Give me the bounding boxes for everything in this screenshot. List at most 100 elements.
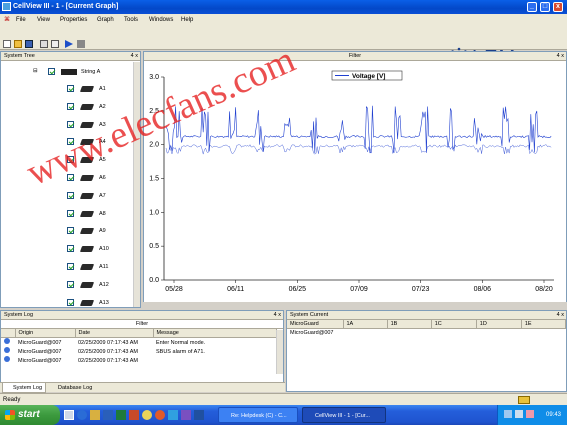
open-icon[interactable] — [14, 40, 22, 48]
menu-help[interactable]: Help — [181, 14, 193, 26]
tree-item[interactable]: A13 — [1, 297, 141, 309]
tab-system-log[interactable]: System Log — [2, 383, 46, 393]
menu-graph[interactable]: Graph — [97, 14, 114, 26]
messenger-icon[interactable] — [142, 410, 152, 420]
y-tick-label: 0.5 — [149, 243, 159, 250]
tree-item[interactable]: A4 — [1, 136, 141, 148]
checkbox-icon[interactable] — [67, 263, 74, 270]
tree-item[interactable]: A12 — [1, 279, 141, 291]
desktop-icon[interactable] — [64, 410, 74, 420]
table-row[interactable]: MicroGuard@007 — [287, 329, 566, 338]
firefox-icon[interactable] — [155, 410, 165, 420]
menu-view[interactable]: View — [37, 14, 50, 26]
start-button[interactable]: start — [0, 405, 60, 425]
stop-icon[interactable] — [77, 40, 85, 48]
graph-panel: Filter 4 x 0.0 0.5 1.0 1.5 2.0 2.5 3.0 05/28 06/… — [143, 51, 567, 302]
tree-item[interactable]: A6 — [1, 172, 141, 184]
pin-close-icon[interactable]: 4 x — [557, 311, 564, 320]
checkbox-icon[interactable] — [67, 227, 74, 235]
print-icon[interactable] — [40, 40, 48, 48]
log-col-origin[interactable]: Origin — [15, 329, 76, 338]
system-current-panel: System Current 4 x MicroGuard 1A 1B 1C 1… — [286, 310, 567, 392]
checkbox-icon[interactable] — [67, 191, 74, 199]
current-col-1a[interactable]: 1A — [343, 320, 388, 329]
checkbox-icon[interactable] — [48, 68, 55, 75]
checkbox-icon[interactable] — [67, 280, 74, 288]
play-icon[interactable] — [65, 40, 73, 48]
checkbox-icon[interactable] — [67, 298, 74, 306]
tray-icon[interactable] — [504, 410, 512, 418]
table-row[interactable]: MicroGuard@007 02/25/2009 07:17:43 AM En… — [1, 338, 277, 348]
task-helpdesk[interactable]: Re: Helpdesk (C) - C... — [218, 407, 298, 423]
task-cellview[interactable]: CellView III - 1 - [Cur... — [302, 407, 386, 423]
app-shortcut-icon[interactable] — [181, 410, 191, 420]
tray-icon[interactable] — [515, 410, 523, 418]
ie-icon[interactable] — [77, 410, 87, 420]
current-col-microguard[interactable]: MicroGuard — [287, 320, 344, 329]
app-window: CellView III - 1 - [Current Graph] _ □ x… — [0, 0, 567, 425]
menu-tools[interactable]: Tools — [124, 14, 138, 26]
explorer-icon[interactable] — [90, 410, 100, 420]
current-col-1d[interactable]: 1D — [476, 320, 522, 329]
tree-item[interactable]: A8 — [1, 208, 141, 220]
new-icon[interactable] — [3, 40, 11, 48]
tab-database-log-label: Database Log — [58, 385, 93, 391]
menu-file[interactable]: File — [16, 14, 26, 26]
expand-icon[interactable]: ⊟ — [33, 68, 38, 74]
tree-item[interactable]: A7 — [1, 190, 141, 202]
app-shortcut-icon[interactable] — [194, 410, 204, 420]
tab-system-log-label: System Log — [13, 385, 43, 391]
menu-properties[interactable]: Properties — [60, 14, 87, 26]
checkbox-icon[interactable] — [67, 120, 74, 128]
maximize-button[interactable]: □ — [540, 2, 550, 12]
log-scrollbar[interactable] — [276, 330, 283, 374]
table-row[interactable]: MicroGuard@007 02/25/2009 07:17:43 AM — [1, 356, 277, 365]
powerpoint-icon[interactable] — [129, 410, 139, 420]
battery-cell-icon — [79, 210, 95, 217]
pin-close-icon[interactable]: 4 x — [274, 311, 281, 320]
tree-item[interactable]: A11 — [1, 261, 141, 273]
graph-filter-label[interactable]: Filter — [349, 53, 361, 59]
checkbox-icon[interactable] — [67, 156, 74, 164]
info-icon — [4, 338, 10, 344]
save-icon[interactable] — [25, 40, 33, 48]
minimize-button[interactable]: _ — [527, 2, 537, 12]
checkbox-icon[interactable] — [67, 102, 74, 110]
pin-close-icon[interactable]: 4 x — [557, 52, 564, 61]
checkbox-icon[interactable] — [67, 245, 74, 253]
table-row[interactable]: MicroGuard@007 02/25/2009 07:17:43 AM SB… — [1, 347, 277, 356]
checkbox-icon[interactable] — [67, 85, 74, 92]
current-col-1e[interactable]: 1E — [521, 320, 567, 329]
excel-icon[interactable] — [116, 410, 126, 420]
tree-root-row[interactable]: ⊟ String A — [1, 66, 141, 78]
tree-item[interactable]: A2 — [1, 101, 141, 113]
tree-scrollbar[interactable] — [133, 62, 140, 307]
menu-app-icon[interactable]: ⌘ — [4, 14, 10, 26]
tree-item[interactable]: A3 — [1, 119, 141, 131]
close-button[interactable]: x — [553, 2, 563, 12]
log-col-date[interactable]: Date — [75, 329, 154, 338]
word-icon[interactable] — [103, 410, 113, 420]
x-tick-label: 07/23 — [412, 286, 430, 293]
print-preview-icon[interactable] — [51, 40, 59, 48]
current-col-1b[interactable]: 1B — [387, 320, 432, 329]
log-filter-label[interactable]: Filter — [136, 321, 148, 327]
tree-item[interactable]: A1 — [1, 83, 141, 95]
system-tree-panel: System Tree 4 x ⊟ String A A1 A2 A3 A4 A5 A6 A… — [0, 51, 141, 308]
tray-icon[interactable] — [526, 410, 534, 418]
checkbox-icon[interactable] — [67, 209, 74, 217]
battery-cell-icon — [79, 103, 95, 110]
checkbox-icon[interactable] — [67, 138, 74, 146]
pin-close-icon[interactable]: 4 x — [131, 52, 138, 61]
menu-windows[interactable]: Windows — [149, 14, 173, 26]
tree-item[interactable]: A10 — [1, 243, 141, 255]
tree-item[interactable]: A5 — [1, 154, 141, 166]
tree-item[interactable]: A9 — [1, 225, 141, 237]
current-col-1c[interactable]: 1C — [431, 320, 477, 329]
checkbox-icon[interactable] — [67, 174, 74, 181]
log-col-message[interactable]: Message — [153, 329, 277, 338]
status-bar: Ready — [0, 393, 567, 405]
app-shortcut-icon[interactable] — [168, 410, 178, 420]
tab-database-log[interactable]: Database Log — [48, 383, 100, 393]
battery-cell-icon — [79, 175, 95, 181]
